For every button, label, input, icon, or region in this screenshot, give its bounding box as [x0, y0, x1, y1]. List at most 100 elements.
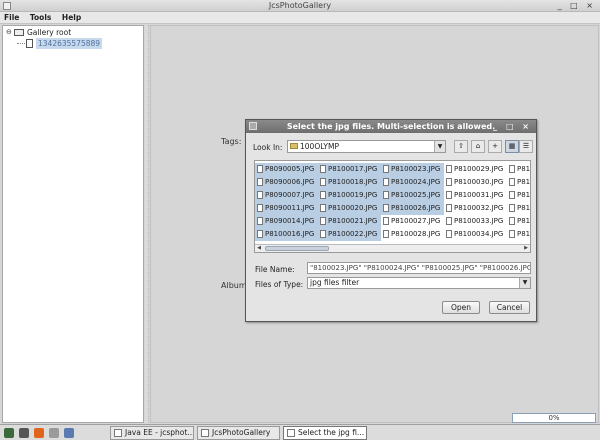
taskbar-item-eclipse[interactable]: Java EE - jcsphot...: [110, 426, 194, 440]
file-icon: [509, 191, 515, 199]
menu-help[interactable]: Help: [58, 12, 85, 24]
file-item[interactable]: P8100026.JPG: [381, 202, 444, 215]
file-icon: [320, 230, 326, 238]
file-icon: [509, 204, 515, 212]
file-name-field[interactable]: "8100023.JPG" "P8100024.JPG" "P8100025.J…: [307, 262, 531, 274]
file-item[interactable]: P8100022.JPG: [318, 228, 381, 241]
progress-bar: 0%: [512, 413, 596, 423]
window-controls[interactable]: _ □ ×: [558, 0, 596, 12]
split-pane-divider[interactable]: [145, 25, 149, 423]
file-item[interactable]: P81: [507, 215, 531, 228]
collapse-toggle-icon[interactable]: ⊖: [6, 27, 12, 38]
cancel-button[interactable]: Cancel: [489, 301, 530, 314]
file-item[interactable]: P8090006.JPG: [255, 176, 318, 189]
file-item[interactable]: P8090005.JPG: [255, 163, 318, 176]
file-item[interactable]: P81: [507, 202, 531, 215]
file-item[interactable]: P8100016.JPG: [255, 228, 318, 241]
file-name: P8100023.JPG: [391, 165, 441, 173]
file-item[interactable]: P8100023.JPG: [381, 163, 444, 176]
file-item[interactable]: P8100025.JPG: [381, 189, 444, 202]
terminal-launcher-icon[interactable]: [19, 428, 29, 438]
firefox-launcher-icon[interactable]: [34, 428, 44, 438]
tree-node-gallery-root[interactable]: ⊖ Gallery root: [3, 27, 143, 38]
file-name: P8100030.JPG: [454, 178, 504, 186]
tree-node-label: Gallery root: [27, 28, 72, 37]
file-item[interactable]: P81: [507, 176, 530, 189]
file-item[interactable]: P8100019.JPG: [318, 189, 381, 202]
file-item[interactable]: P8090011.JPG: [255, 202, 318, 215]
window-titlebar[interactable]: JcsPhotoGallery _ □ ×: [0, 0, 600, 12]
root-node-icon: [14, 29, 24, 36]
file-item[interactable]: P8090007.JPG: [255, 189, 318, 202]
dialog-title: Select the jpg files. Multi-selection is…: [286, 122, 496, 131]
open-button[interactable]: Open: [442, 301, 480, 314]
file-name: P8100021.JPG: [328, 217, 378, 225]
look-in-value: 100OLYMP: [300, 142, 339, 151]
menu-tools[interactable]: Tools: [26, 12, 55, 24]
files-of-type-combo[interactable]: jpg files filter ▼: [307, 277, 531, 289]
dialog-titlebar[interactable]: Select the jpg files. Multi-selection is…: [246, 120, 536, 133]
new-folder-icon[interactable]: +: [488, 140, 502, 153]
details-view-icon[interactable]: ☰: [519, 140, 533, 153]
file-name: P8100026.JPG: [391, 204, 441, 212]
file-icon: [446, 204, 452, 212]
file-columns: P8090005.JPG P8090006.JPG P8090007.JPG P809…: [255, 161, 531, 244]
file-name: P8100034.JPG: [454, 230, 504, 238]
file-name: P81: [517, 204, 531, 212]
taskbar-item-file-chooser[interactable]: Select the jpg fi...: [283, 426, 367, 440]
file-item[interactable]: P81: [507, 189, 530, 202]
file-list[interactable]: P8090005.JPG P8090006.JPG P8090007.JPG P809…: [254, 160, 531, 253]
file-icon: [509, 230, 515, 238]
file-item[interactable]: P8100029.JPG: [444, 163, 507, 176]
dialog-window-controls[interactable]: _ □ ×: [493, 120, 532, 133]
menu-launcher-icon[interactable]: [4, 428, 14, 438]
gallery-tree[interactable]: ⊖ Gallery root 1342635575889: [2, 25, 144, 423]
album-node-icon: [26, 39, 33, 48]
file-item[interactable]: P8100020.JPG: [318, 202, 381, 215]
file-icon: [257, 230, 263, 238]
file-name: P8090005.JPG: [265, 165, 315, 173]
folder-icon: [290, 143, 298, 149]
file-icon: [257, 217, 263, 225]
file-name: P8100029.JPG: [454, 165, 504, 173]
file-item[interactable]: P81: [507, 228, 530, 241]
file-item[interactable]: P8100033.JPG: [444, 215, 507, 228]
horizontal-scrollbar[interactable]: ◀ ▶: [255, 244, 530, 252]
scroll-thumb[interactable]: [265, 246, 329, 251]
file-item[interactable]: P8100027.JPG: [381, 215, 444, 228]
scroll-right-icon[interactable]: ▶: [522, 245, 530, 252]
file-item[interactable]: P81: [507, 163, 530, 176]
file-icon: [446, 217, 452, 225]
file-name: P8100022.JPG: [328, 230, 378, 238]
album-label: Album: [221, 281, 247, 290]
file-item[interactable]: P8100024.JPG: [381, 176, 444, 189]
file-item[interactable]: P8100034.JPG: [444, 228, 507, 241]
scroll-left-icon[interactable]: ◀: [255, 245, 263, 252]
tags-label: Tags:: [221, 137, 242, 146]
file-item[interactable]: P8100017.JPG: [318, 163, 381, 176]
chevron-down-icon[interactable]: ▼: [519, 278, 530, 288]
file-column: P8100023.JPG P8100024.JPG P8100025.JPG P810…: [381, 163, 444, 241]
look-in-combo[interactable]: 100OLYMP ▼: [287, 140, 446, 153]
folder-up-icon[interactable]: ⇧: [454, 140, 468, 153]
home-icon[interactable]: ⌂: [471, 140, 485, 153]
file-item[interactable]: P8100018.JPG: [318, 176, 381, 189]
file-item[interactable]: P8100032.JPG: [444, 202, 507, 215]
chevron-down-icon[interactable]: ▼: [434, 141, 445, 152]
file-name: P8100017.JPG: [328, 165, 378, 173]
taskbar-item-jcsphotogallery[interactable]: JcsPhotoGallery: [197, 426, 280, 440]
file-icon: [320, 178, 326, 186]
desktop-launcher-icon[interactable]: [64, 428, 74, 438]
file-item[interactable]: P8100031.JPG: [444, 189, 507, 202]
tree-node-album[interactable]: 1342635575889: [3, 38, 143, 49]
file-item[interactable]: P8100028.JPG: [381, 228, 444, 241]
file-item[interactable]: P8090014.JPG: [255, 215, 318, 228]
java-icon: [201, 429, 209, 437]
file-item[interactable]: P8100030.JPG: [444, 176, 507, 189]
list-view-icon[interactable]: ▦: [505, 140, 519, 153]
file-name: P81: [517, 217, 531, 225]
file-item[interactable]: P8100021.JPG: [318, 215, 381, 228]
files-launcher-icon[interactable]: [49, 428, 59, 438]
menu-file[interactable]: File: [0, 12, 23, 24]
file-icon: [383, 191, 389, 199]
